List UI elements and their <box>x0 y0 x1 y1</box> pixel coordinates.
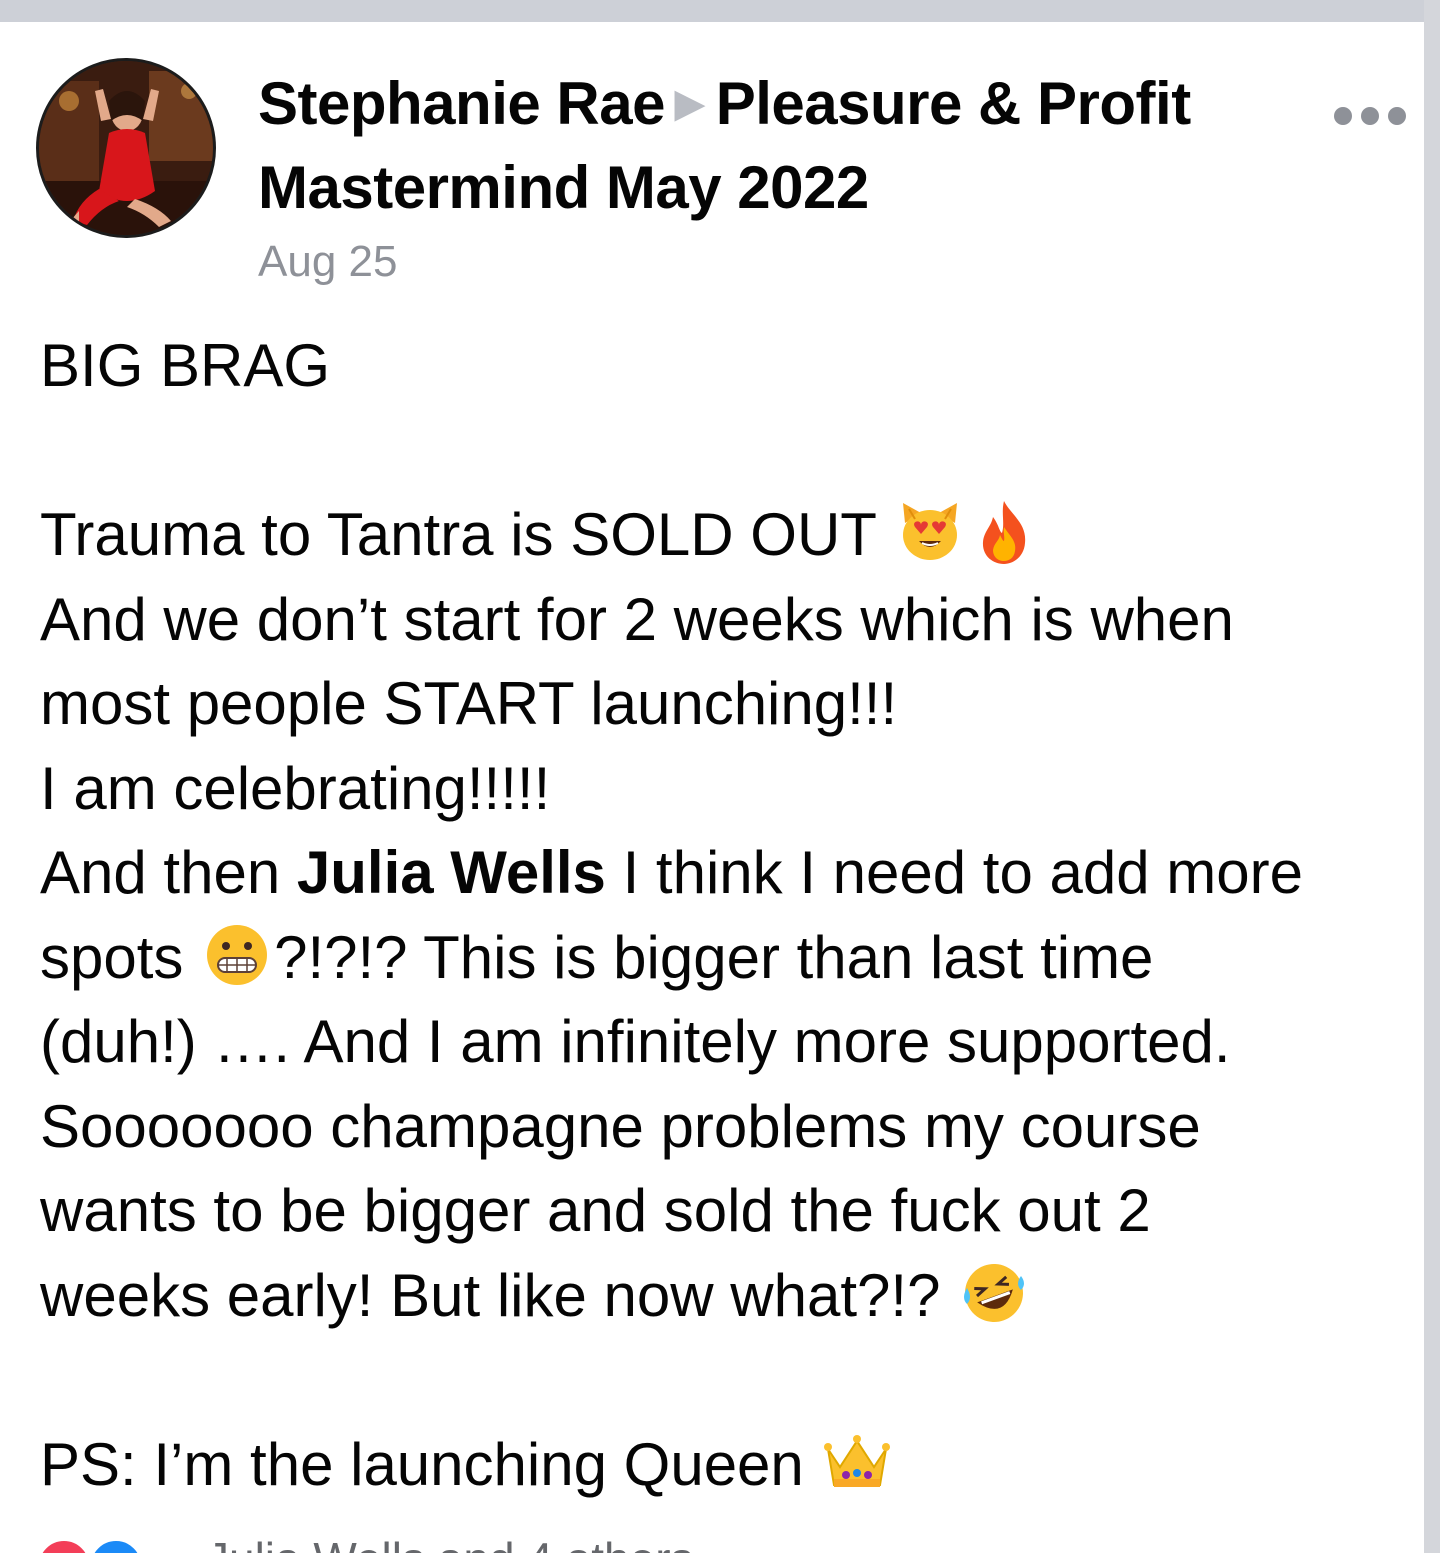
crown-icon <box>822 1427 892 1497</box>
post-line: (duh!) …. And I am infinitely more suppo… <box>40 1008 1231 1075</box>
reactions-row[interactable]: Julia Wells and 4 others <box>36 1533 1416 1553</box>
post-line: most people START launching!!! <box>40 670 898 737</box>
post-title: Stephanie Rae ▶ Pleasure & Profit Mastermi… <box>258 62 1298 230</box>
post-line: I am celebrating!!!!! <box>40 754 551 822</box>
post-text: And then <box>40 839 297 906</box>
post-line: BIG BRAG <box>40 332 331 399</box>
like-reaction-icon <box>88 1538 144 1553</box>
post-body: BIG BRAG Trauma to Tantra is SOLD OUT An… <box>40 324 1410 1507</box>
rolling-laughing-icon <box>959 1258 1029 1328</box>
post-text: Trauma to Tantra is SOLD OUT <box>40 501 876 568</box>
post-text: PS: I’m the launching Queen <box>40 1430 821 1498</box>
post-line: Trauma to Tantra is SOLD OUT <box>40 493 1410 578</box>
fire-icon <box>969 497 1039 567</box>
more-options-button[interactable] <box>1334 104 1406 128</box>
top-bar <box>0 0 1424 22</box>
post-header: Stephanie Rae ▶ Pleasure & Profit Mastermi… <box>258 62 1298 230</box>
post-line: weeks early! But like now what?!? <box>40 1254 1410 1339</box>
more-dot <box>1334 107 1352 125</box>
more-dot <box>1361 107 1379 125</box>
post-line: PS: I’m the launching Queen <box>40 1423 1410 1508</box>
post-line: spots ?!?!? This is bigger than last tim… <box>40 916 1410 1001</box>
love-reaction-icon <box>36 1538 92 1553</box>
post-line: And then Julia Wells I think I need to a… <box>40 831 1410 916</box>
scrollbar[interactable] <box>1424 0 1440 1553</box>
post-text: I think I need to add more <box>605 839 1303 906</box>
post-text: weeks early! But like now what?!? <box>40 1261 958 1329</box>
reactions-summary[interactable]: Julia Wells and 4 others <box>206 1532 694 1553</box>
mention-link[interactable]: Julia Wells <box>297 839 606 906</box>
post-line: wants to be bigger and sold the fuck out… <box>40 1177 1151 1244</box>
post-line: And we don’t start for 2 weeks which is … <box>40 585 1234 653</box>
post-date[interactable]: Aug 25 <box>258 234 397 290</box>
grimacing-face-icon <box>202 920 272 990</box>
more-dot <box>1388 107 1406 125</box>
heart-eyes-cat-icon <box>895 497 965 567</box>
arrow-right-icon: ▶ <box>674 83 704 125</box>
author-avatar[interactable] <box>36 58 216 238</box>
post-text: ?!?!? This is bigger than last time <box>274 923 1154 991</box>
post-text: spots <box>40 923 201 991</box>
author-name[interactable]: Stephanie Rae <box>258 70 665 137</box>
post-line: Sooooooo champagne problems my course <box>40 1092 1201 1160</box>
